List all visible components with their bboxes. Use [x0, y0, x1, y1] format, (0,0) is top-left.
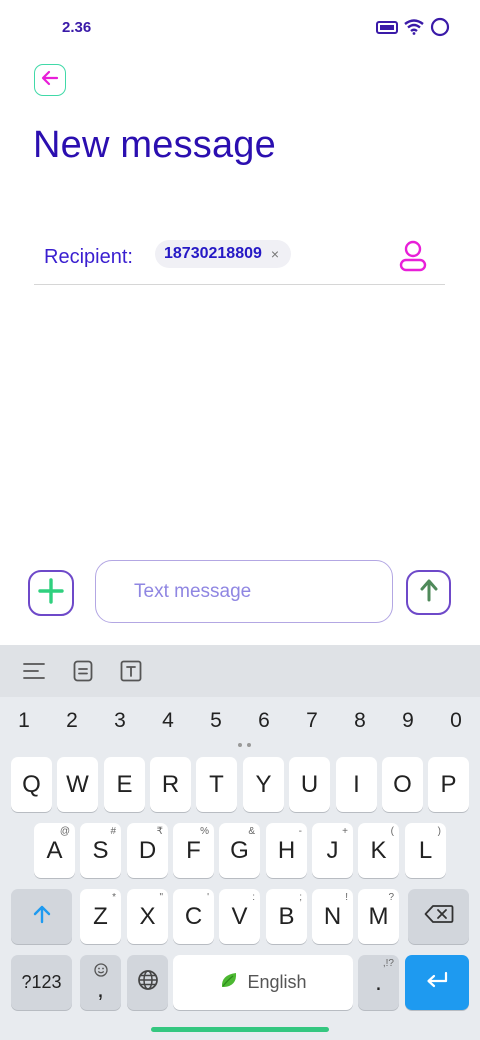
key-a[interactable]: @ A — [34, 823, 75, 878]
contact-picker-button[interactable] — [398, 240, 428, 277]
key-4[interactable]: 4 — [148, 709, 188, 733]
key-7[interactable]: 7 — [292, 709, 332, 733]
keyboard-toolbar — [0, 645, 480, 697]
backspace-icon — [424, 904, 454, 929]
key-g[interactable]: & G — [219, 823, 260, 878]
key-i[interactable]: I — [336, 757, 377, 812]
keyboard-menu-icon[interactable] — [22, 659, 46, 683]
key-m[interactable]: ? M — [358, 889, 399, 944]
arrow-up-icon — [419, 578, 439, 607]
key-0[interactable]: 0 — [436, 709, 476, 733]
key-n[interactable]: ! N — [312, 889, 353, 944]
globe-icon — [137, 969, 159, 996]
keyboard: 1 2 3 4 5 6 7 8 9 0 Q W E R T Y U I O P … — [0, 645, 480, 1040]
period-key[interactable]: ,!? . — [358, 955, 399, 1010]
home-indicator[interactable] — [151, 1027, 329, 1032]
text-edit-icon[interactable] — [119, 659, 143, 683]
key-1[interactable]: 1 — [4, 709, 44, 733]
key-3[interactable]: 3 — [100, 709, 140, 733]
key-e[interactable]: E — [104, 757, 145, 812]
page-dots — [238, 743, 251, 747]
text-message-input[interactable] — [96, 561, 392, 622]
key-8[interactable]: 8 — [340, 709, 380, 733]
key-z[interactable]: * Z — [80, 889, 121, 944]
battery-ring-icon — [430, 17, 450, 42]
page-title: New message — [33, 124, 276, 166]
person-icon — [398, 240, 428, 276]
key-x[interactable]: " X — [127, 889, 168, 944]
key-k[interactable]: (K — [358, 823, 399, 878]
key-o[interactable]: O — [382, 757, 423, 812]
status-bar: 2.36 — [0, 0, 480, 52]
key-h[interactable]: -H — [266, 823, 307, 878]
status-time: 2.36 — [62, 19, 92, 36]
key-r[interactable]: R — [150, 757, 191, 812]
language-key[interactable] — [127, 955, 168, 1010]
leaf-icon — [219, 970, 239, 995]
key-s[interactable]: # S — [80, 823, 121, 878]
key-6[interactable]: 6 — [244, 709, 284, 733]
key-j[interactable]: + J — [312, 823, 353, 878]
symbols-key[interactable]: ?123 — [11, 955, 72, 1010]
wifi-icon — [404, 19, 424, 40]
clipboard-icon[interactable] — [71, 659, 95, 683]
back-button[interactable] — [34, 64, 66, 96]
add-attachment-button[interactable] — [28, 570, 74, 616]
plus-icon — [38, 577, 64, 609]
backspace-key[interactable] — [408, 889, 469, 944]
key-5[interactable]: 5 — [196, 709, 236, 733]
key-9[interactable]: 9 — [388, 709, 428, 733]
status-icons — [376, 17, 450, 42]
key-v[interactable]: :V — [219, 889, 260, 944]
arrow-left-icon — [41, 70, 59, 91]
key-f[interactable]: % F — [173, 823, 214, 878]
recipient-chip[interactable]: 18730218809 × — [155, 240, 292, 268]
shift-arrow-icon — [32, 904, 52, 929]
key-2[interactable]: 2 — [52, 709, 92, 733]
recipient-chip-number: 18730218809 — [164, 245, 262, 262]
send-button[interactable] — [406, 570, 451, 615]
key-l[interactable]: ) L — [405, 823, 446, 878]
key-b[interactable]: ; B — [266, 889, 307, 944]
chip-remove-icon[interactable]: × — [271, 246, 279, 262]
enter-arrow-icon — [425, 971, 449, 994]
signal-4g-icon — [376, 19, 398, 40]
text-message-field[interactable] — [95, 560, 393, 623]
number-row: 1 2 3 4 5 6 7 8 9 0 — [0, 709, 480, 739]
key-t[interactable]: T — [196, 757, 237, 812]
key-w[interactable]: W — [57, 757, 98, 812]
key-d[interactable]: ₹ D — [127, 823, 168, 878]
recipient-row: Recipient: 18730218809 × — [34, 232, 445, 285]
recipient-label: Recipient: — [44, 246, 133, 268]
space-key[interactable]: English — [173, 955, 353, 1010]
key-q[interactable]: Q — [11, 757, 52, 812]
enter-key[interactable] — [405, 955, 469, 1010]
shift-key[interactable] — [11, 889, 72, 944]
key-c[interactable]: ' C — [173, 889, 214, 944]
key-u[interactable]: U — [289, 757, 330, 812]
emoji-comma-key[interactable]: , — [80, 955, 121, 1010]
key-y[interactable]: Y — [243, 757, 284, 812]
key-p[interactable]: P — [428, 757, 469, 812]
